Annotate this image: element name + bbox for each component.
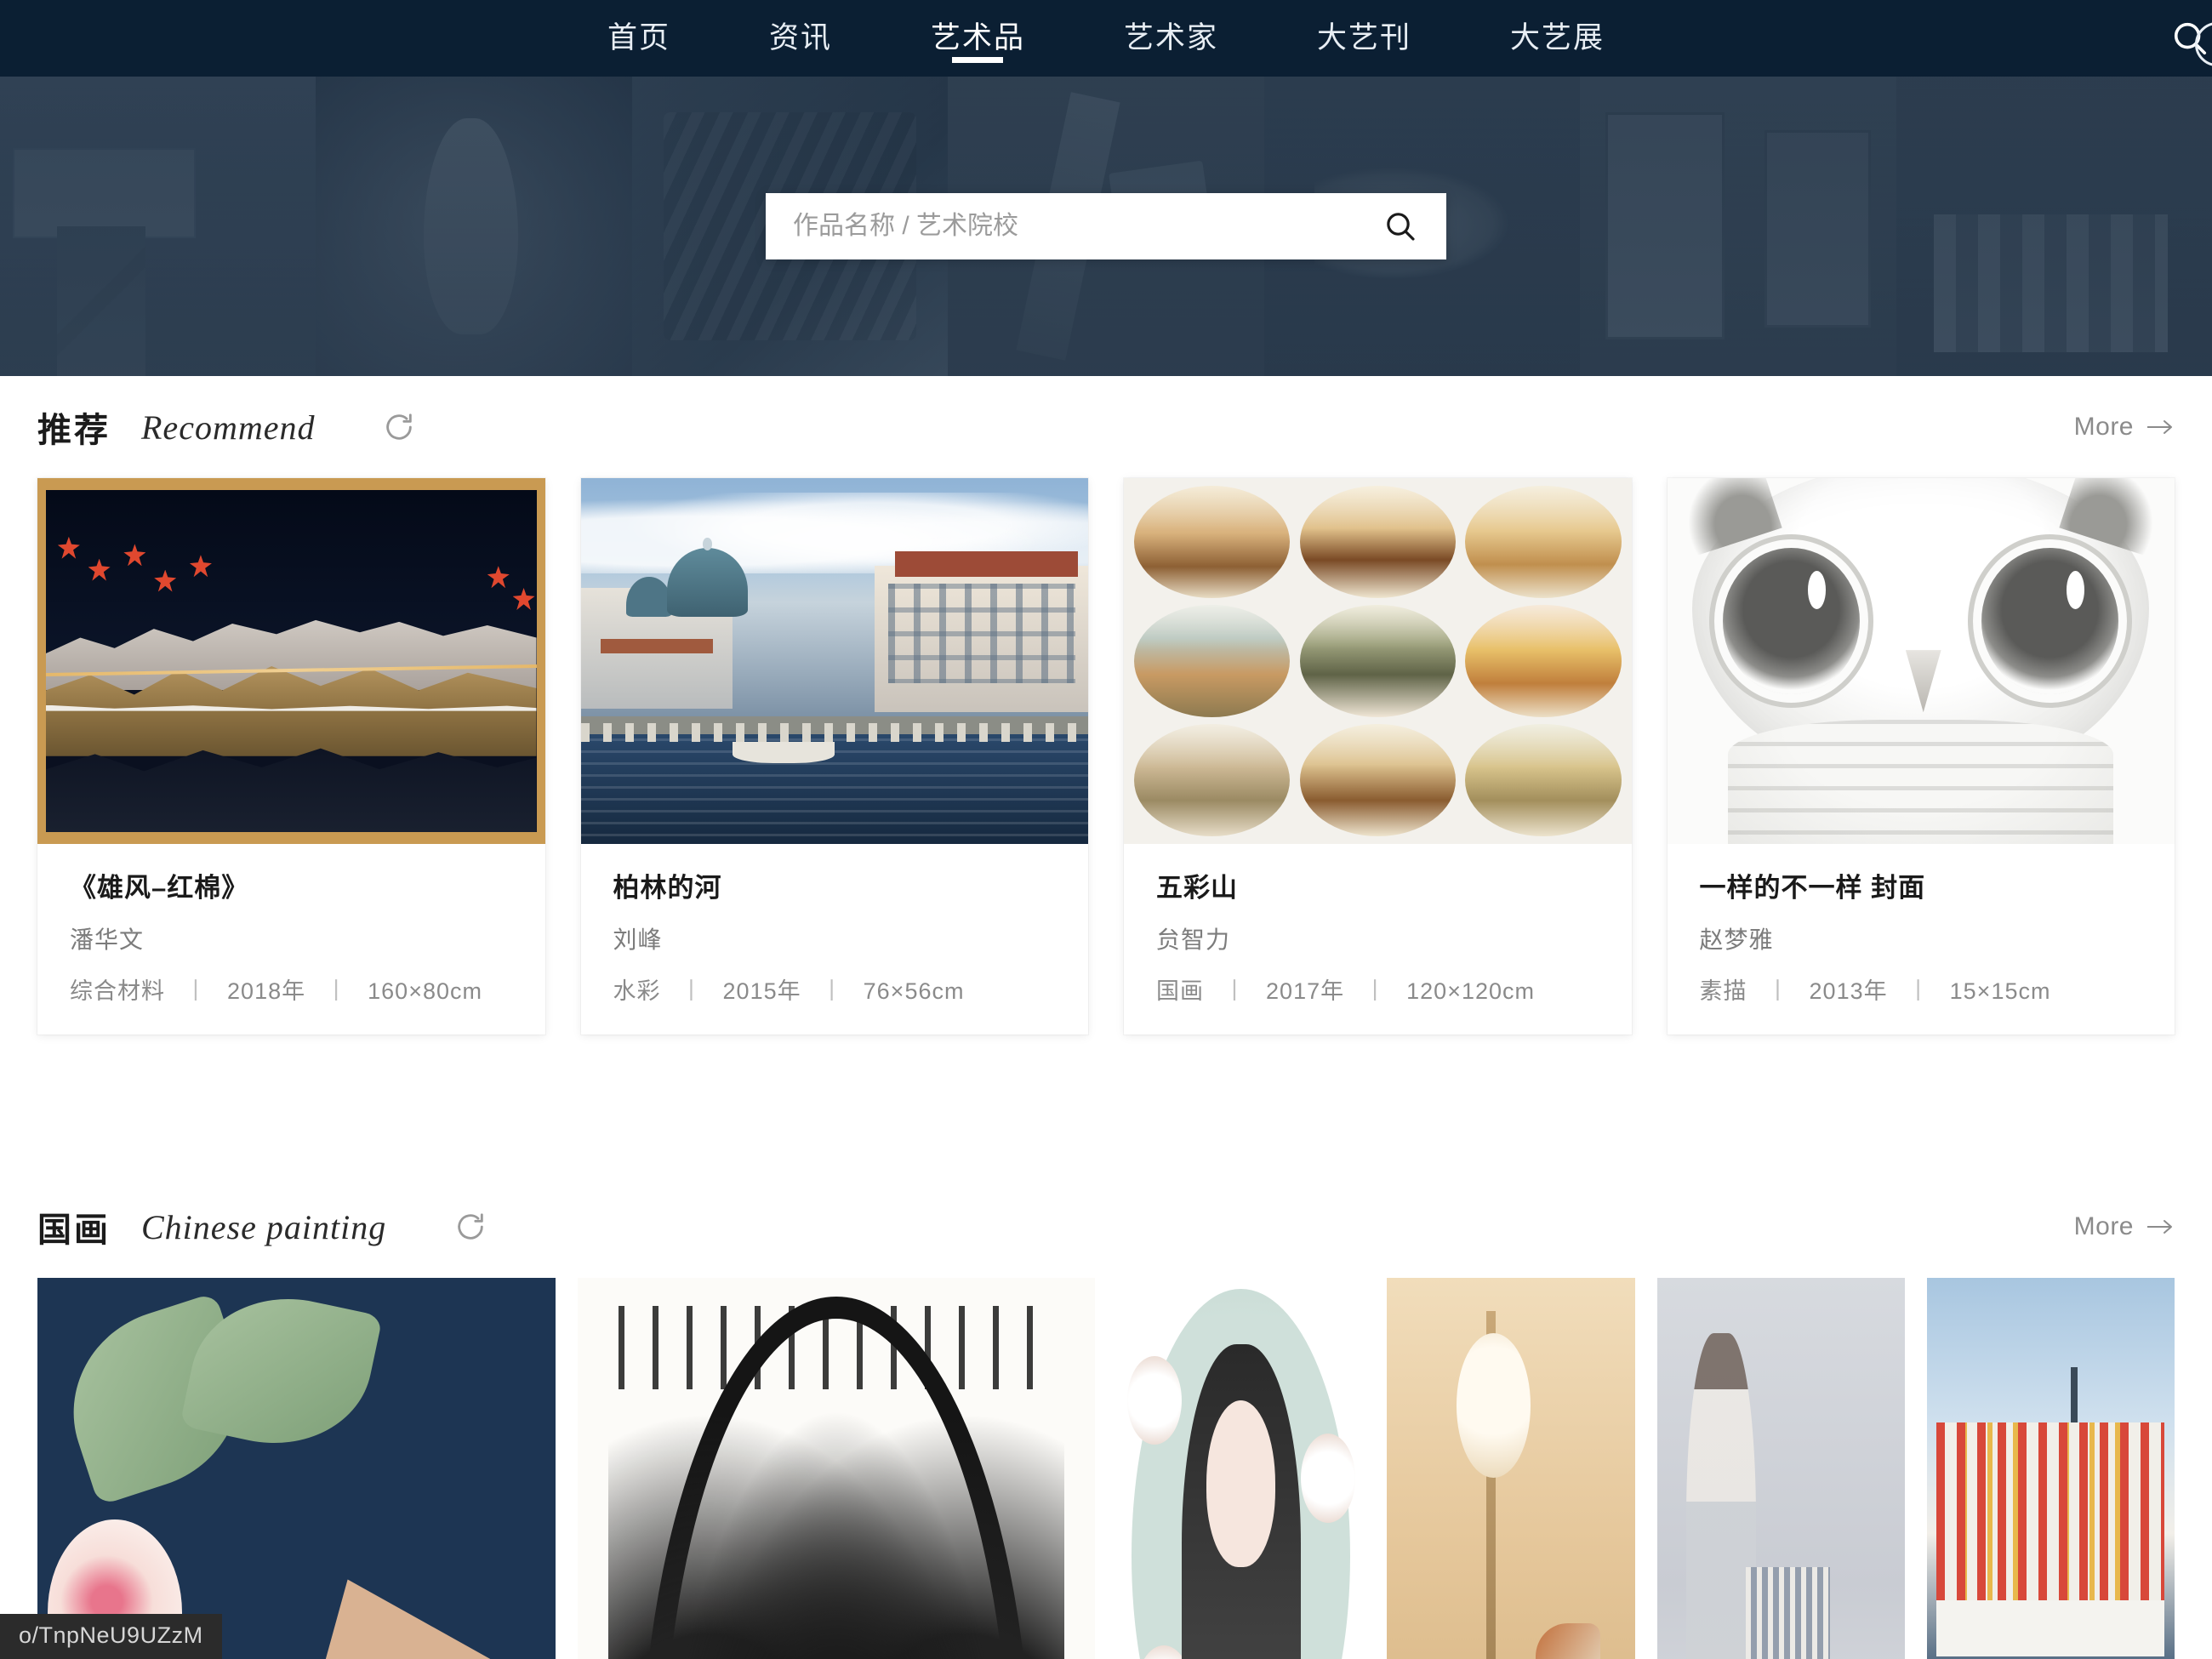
artwork-artist: 赵梦雅 [1699, 926, 1774, 953]
section-recommend: 推荐 Recommend More 《雄风–红棉》 潘华文 综合材料 丨 201… [0, 376, 2212, 1048]
painting-thumbnail[interactable] [577, 1278, 1095, 1659]
artwork-year: 2017年 [1266, 978, 1345, 1004]
meta-separator: 丨 [1907, 978, 1931, 1004]
nav-item-journal[interactable]: 大艺刊 [1268, 0, 1461, 77]
nav-item-artworks[interactable]: 艺术品 [881, 0, 1075, 77]
more-link-recommend[interactable]: More [2074, 413, 2175, 442]
artwork-card-body: 柏林的河 刘峰 水彩 丨 2015年 丨 76×56cm [581, 844, 1089, 1035]
nav-item-label: 资讯 [768, 21, 832, 54]
section-title-cn: 国画 [37, 1211, 111, 1249]
artwork-title: 一样的不一样 封面 [1699, 873, 1926, 903]
artwork-card[interactable]: 《雄风–红棉》 潘华文 综合材料 丨 2018年 丨 160×80cm [37, 478, 545, 1035]
refresh-icon [458, 1213, 483, 1240]
artwork-medium: 国画 [1156, 978, 1204, 1004]
hero-banner [0, 77, 2212, 376]
artwork-medium: 综合材料 [70, 978, 165, 1004]
search-box [766, 193, 1446, 259]
chinese-painting-grid [37, 1278, 2175, 1659]
artwork-card[interactable]: 一样的不一样 封面 赵梦雅 素描 丨 2013年 丨 15×15cm [1667, 478, 2175, 1035]
painting-thumbnail[interactable] [1656, 1278, 1905, 1659]
hero-search-wrapper [0, 77, 2212, 376]
section-header-chinese-painting: 国画 Chinese painting More [37, 1176, 2175, 1278]
artwork-size: 160×80cm [368, 978, 482, 1004]
refresh-icon [386, 413, 413, 440]
more-link-chinese-painting[interactable]: More [2074, 1212, 2175, 1241]
artwork-title: 五彩山 [1156, 873, 1238, 903]
nav-item-artists[interactable]: 艺术家 [1075, 0, 1268, 77]
artwork-thumbnail [37, 478, 545, 844]
artwork-artist: 贠智力 [1156, 926, 1231, 953]
artwork-year: 2013年 [1809, 978, 1888, 1004]
refresh-button-recommend[interactable] [381, 409, 417, 445]
search-icon [1387, 213, 1415, 241]
meta-separator: 丨 [680, 978, 704, 1004]
nav-item-news[interactable]: 资讯 [720, 0, 881, 77]
nav-item-home[interactable]: 首页 [558, 0, 720, 77]
page-root: 首页 资讯 艺术品 艺术家 大艺刊 大艺展 作品名称 / 艺术院校 推荐 Rec… [0, 0, 2212, 1659]
nav-item-label: 大艺刊 [1317, 21, 1412, 54]
artwork-meta: 水彩 丨 2015年 丨 76×56cm [613, 972, 1057, 1006]
search-submit-button[interactable] [1380, 206, 1421, 247]
artwork-size: 120×120cm [1406, 978, 1535, 1004]
browser-status-url: o/TnpNeU9UZzM [0, 1614, 222, 1659]
artwork-card[interactable]: 柏林的河 刘峰 水彩 丨 2015年 丨 76×56cm [580, 478, 1089, 1035]
meta-separator: 丨 [1363, 978, 1388, 1004]
painting-thumbnail[interactable] [37, 1278, 556, 1659]
artwork-meta: 国画 丨 2017年 丨 120×120cm [1156, 972, 1599, 1006]
painting-thumbnail[interactable] [1387, 1278, 1635, 1659]
artwork-card-body: 一样的不一样 封面 赵梦雅 素描 丨 2013年 丨 15×15cm [1668, 844, 2175, 1035]
artwork-medium: 水彩 [613, 978, 661, 1004]
search-input[interactable] [793, 212, 1380, 241]
section-header-recommend: 推荐 Recommend More [37, 376, 2175, 478]
recommend-card-grid: 《雄风–红棉》 潘华文 综合材料 丨 2018年 丨 160×80cm 柏林的河… [37, 478, 2175, 1048]
section-title-en: Chinese painting [141, 1207, 387, 1246]
artwork-medium: 素描 [1699, 978, 1747, 1004]
artwork-size: 76×56cm [863, 978, 965, 1004]
painting-thumbnail[interactable] [1117, 1278, 1365, 1659]
artwork-year: 2018年 [227, 978, 306, 1004]
artwork-card[interactable]: 五彩山 贠智力 国画 丨 2017年 丨 120×120cm [1124, 478, 1632, 1035]
meta-separator: 丨 [324, 978, 349, 1004]
top-navigation-bar: 首页 资讯 艺术品 艺术家 大艺刊 大艺展 [0, 0, 2212, 77]
artwork-meta: 综合材料 丨 2018年 丨 160×80cm [70, 972, 513, 1006]
meta-separator: 丨 [1223, 978, 1247, 1004]
artwork-artist: 潘华文 [70, 926, 145, 953]
page-content: 推荐 Recommend More 《雄风–红棉》 潘华文 综合材料 丨 201… [0, 376, 2212, 1659]
meta-separator: 丨 [1766, 978, 1791, 1004]
nav-item-label: 艺术家 [1124, 21, 1219, 54]
nav-item-exhibition[interactable]: 大艺展 [1461, 0, 1654, 77]
artwork-thumbnail [1124, 478, 1632, 844]
artwork-card-body: 《雄风–红棉》 潘华文 综合材料 丨 2018年 丨 160×80cm [37, 844, 545, 1035]
refresh-button-chinese-painting[interactable] [453, 1209, 488, 1245]
artwork-title: 《雄风–红棉》 [70, 873, 249, 903]
artwork-artist: 刘峰 [613, 926, 663, 953]
section-title-cn: 推荐 [37, 412, 111, 449]
nav-item-label: 大艺展 [1510, 21, 1605, 54]
nav-right-actions [2168, 0, 2212, 77]
artwork-meta: 素描 丨 2013年 丨 15×15cm [1700, 972, 2143, 1006]
more-label: More [2073, 1212, 2134, 1240]
arrow-right-icon [2147, 420, 2172, 434]
artwork-year: 2015年 [722, 978, 801, 1004]
arrow-right-icon [2147, 1220, 2172, 1234]
artwork-size: 15×15cm [1949, 978, 2051, 1004]
artwork-card-body: 五彩山 贠智力 国画 丨 2017年 丨 120×120cm [1124, 844, 1632, 1035]
section-title-en: Recommend [141, 408, 316, 447]
nav-items: 首页 资讯 艺术品 艺术家 大艺刊 大艺展 [558, 0, 1654, 77]
nav-item-label: 艺术品 [930, 21, 1025, 54]
meta-separator: 丨 [820, 978, 845, 1004]
painting-thumbnail[interactable] [1926, 1278, 2175, 1659]
more-label: More [2073, 413, 2134, 441]
nav-item-label: 首页 [607, 21, 670, 54]
section-chinese-painting: 国画 Chinese painting More [0, 1176, 2212, 1659]
artwork-title: 柏林的河 [613, 873, 722, 903]
meta-separator: 丨 [184, 978, 208, 1004]
artwork-thumbnail [580, 478, 1088, 844]
artwork-thumbnail [1667, 478, 2175, 844]
